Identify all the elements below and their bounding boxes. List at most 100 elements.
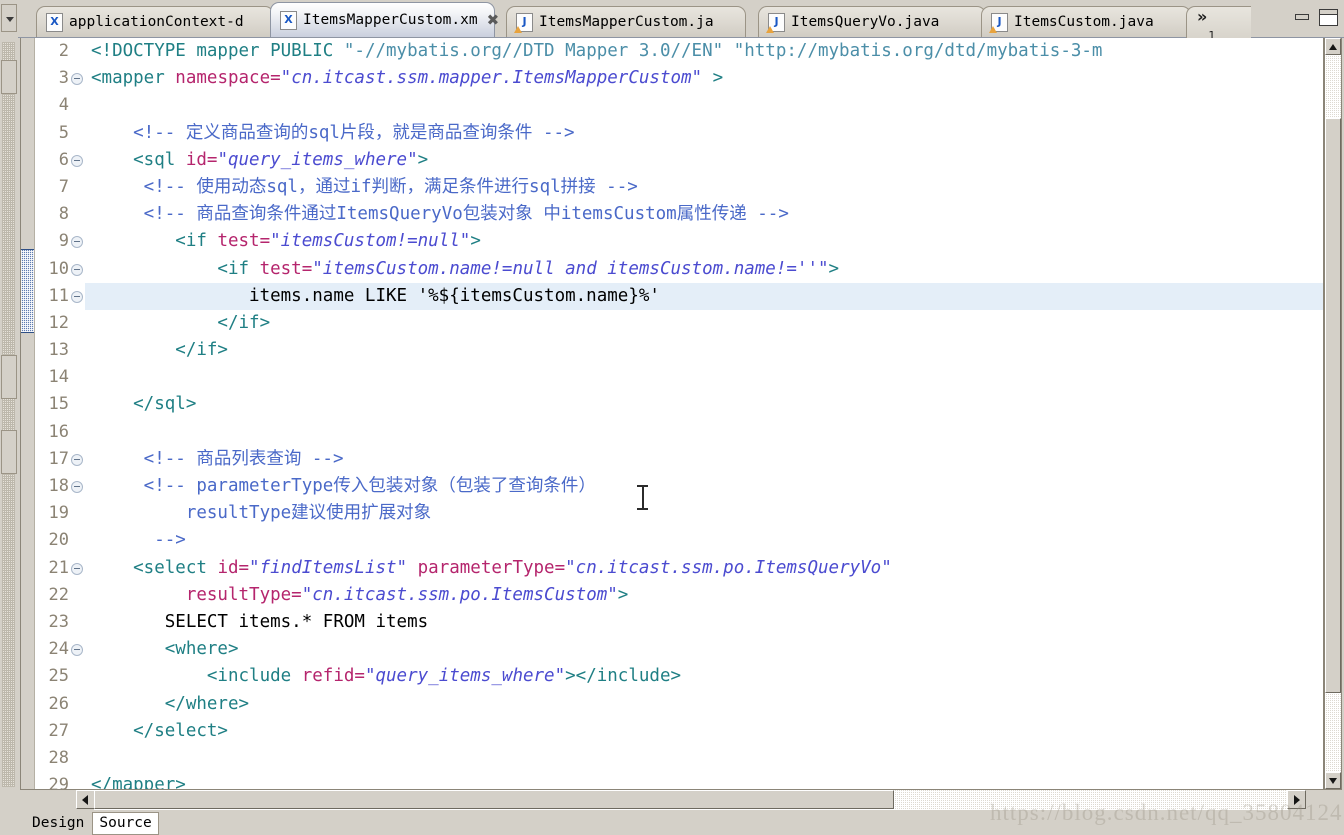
tab-source[interactable]: Source [92, 812, 159, 835]
code-token: > [828, 258, 840, 279]
code-token: <!DOCTYPE mapper PUBLIC [91, 41, 344, 61]
code-line[interactable]: <if test="itemsCustom.name!=null and ite… [85, 256, 1323, 283]
line-number: 20 [48, 530, 69, 551]
source-editor[interactable]: 2 3 4 5 6 7 8 9 10 11 12 13 14 15 16 17 18 19 20 21 22 23 24 25… [20, 38, 1324, 790]
fold-collapse-icon[interactable] [71, 644, 83, 657]
code-line[interactable]: <select id="findItemsList" parameterType… [85, 555, 1323, 582]
code-line[interactable]: <!-- parameterType传入包装对象（包装了查询条件） [85, 473, 1323, 500]
code-line[interactable]: </mapper> [85, 772, 1323, 789]
code-line[interactable]: resultType="cn.itcast.ssm.po.ItemsCustom… [85, 582, 1323, 609]
code-line[interactable]: items.name LIKE '%${itemsCustom.name}%' [85, 282, 1323, 310]
code-token: </if> [91, 340, 228, 361]
code-line[interactable] [85, 745, 1323, 772]
code-token: resultType建议使用扩展对象 [91, 503, 432, 524]
tab-applicationContext-d[interactable]: X applicationContext-d [36, 6, 274, 37]
code-line[interactable] [85, 92, 1323, 119]
rail-stub-fourth[interactable] [1, 430, 17, 474]
rail-stub-top[interactable] [1, 4, 17, 32]
code-line[interactable]: <if test="itemsCustom!=null"> [85, 228, 1323, 255]
tab-ItemsMapperCustom-xml[interactable]: X ItemsMapperCustom.xm ✖ [270, 2, 499, 37]
scroll-left-button[interactable] [76, 790, 95, 809]
code-line[interactable] [85, 419, 1323, 446]
code-line[interactable]: <mapper namespace="cn.itcast.ssm.mapper.… [85, 65, 1323, 92]
scroll-up-button[interactable] [1325, 38, 1341, 55]
vertical-scrollbar[interactable] [1324, 38, 1342, 790]
code-token: namespace= [175, 68, 281, 89]
chevron-down-icon [6, 17, 14, 22]
horizontal-scrollbar-thumb[interactable] [94, 790, 894, 809]
code-token: id= [217, 557, 250, 578]
line-number: 9 [35, 228, 85, 255]
code-token: "cn.itcast.ssm.mapper.ItemsMapperCustom" [280, 68, 703, 89]
code-token: </mapper> [91, 775, 186, 789]
fold-collapse-icon[interactable] [71, 263, 83, 276]
code-token: </where> [91, 693, 250, 714]
tab-overflow-button[interactable]: » 1 [1186, 6, 1251, 42]
line-number: 21 [35, 555, 85, 582]
maximize-icon[interactable] [1319, 9, 1338, 26]
tab-ItemsCustom-java[interactable]: J ItemsCustom.java [981, 6, 1191, 37]
code-line[interactable]: SELECT items.* FROM items [85, 609, 1323, 636]
tab-label: ItemsMapperCustom.xm [303, 11, 478, 28]
line-number: 13 [48, 340, 69, 361]
tab-label: applicationContext-d [69, 13, 244, 30]
code-token: <!-- 商品查询条件通过ItemsQueryVo包装对象 中itemsCust… [91, 204, 789, 225]
code-line[interactable]: </if> [85, 337, 1323, 364]
close-icon[interactable]: ✖ [487, 11, 500, 29]
code-line[interactable]: --> [85, 527, 1323, 554]
code-line[interactable]: </where> [85, 691, 1323, 718]
code-token: id= [185, 149, 218, 170]
code-line[interactable]: <!-- 商品查询条件通过ItemsQueryVo包装对象 中itemsCust… [85, 201, 1323, 228]
code-token: "findItemsList" [249, 557, 408, 578]
code-line[interactable]: </if> [85, 310, 1323, 337]
fold-collapse-icon[interactable] [71, 154, 83, 167]
code-line[interactable]: resultType建议使用扩展对象 [85, 500, 1323, 527]
fold-collapse-icon[interactable] [71, 562, 83, 575]
line-number: 6 [35, 147, 85, 174]
fold-collapse-icon[interactable] [71, 73, 83, 86]
fold-collapse-icon[interactable] [71, 453, 83, 466]
code-token: </if> [91, 312, 271, 333]
tab-ItemsMapperCustom-java[interactable]: J ItemsMapperCustom.ja [506, 6, 746, 37]
code-line[interactable]: <where> [85, 636, 1323, 663]
code-line[interactable]: <!-- 定义商品查询的sql片段，就是商品查询条件 --> [85, 120, 1323, 147]
vertical-scrollbar-thumb[interactable] [1325, 118, 1341, 693]
minimize-icon[interactable] [1293, 9, 1310, 24]
line-number-ruler[interactable]: 2 3 4 5 6 7 8 9 10 11 12 13 14 15 16 17 18 19 20 21 22 23 24 25… [35, 38, 85, 789]
line-number: 12 [48, 312, 69, 333]
tab-design[interactable]: Design [26, 813, 90, 834]
rail-stub-second[interactable] [1, 60, 17, 94]
code-token: <!-- 商品列表查询 --> [91, 448, 344, 469]
code-line[interactable]: <!DOCTYPE mapper PUBLIC "-//mybatis.org/… [85, 38, 1323, 65]
line-number: 23 [48, 611, 69, 632]
line-number: 16 [48, 421, 69, 442]
tab-ItemsQueryVo-java[interactable]: J ItemsQueryVo.java [758, 6, 986, 37]
code-token: <sql [91, 149, 186, 170]
rail-stub-third[interactable] [1, 355, 17, 399]
fold-collapse-icon[interactable] [71, 290, 83, 303]
fold-collapse-icon[interactable] [71, 481, 83, 493]
code-token: <include [91, 666, 302, 687]
code-line[interactable]: <!-- 使用动态sql，通过if判断，满足条件进行sql拼接 --> [85, 174, 1323, 201]
horizontal-scrollbar[interactable] [76, 790, 1306, 810]
line-number: 2 [58, 41, 69, 61]
code-token: "query_items_where" [217, 149, 418, 170]
line-number: 24 [35, 636, 85, 663]
code-line[interactable]: </sql> [85, 391, 1323, 418]
code-line[interactable]: </select> [85, 718, 1323, 745]
code-area[interactable]: <!DOCTYPE mapper PUBLIC "-//mybatis.org/… [85, 38, 1323, 789]
line-number: 27 [48, 720, 69, 741]
scroll-down-button[interactable] [1325, 772, 1341, 789]
java-file-icon: J [766, 12, 785, 33]
scroll-right-button[interactable] [1287, 790, 1306, 809]
code-line[interactable]: <sql id="query_items_where"> [85, 147, 1323, 174]
tab-label: ItemsQueryVo.java [791, 13, 940, 30]
code-line[interactable] [85, 364, 1323, 391]
code-token: "query_items_where" [364, 666, 566, 687]
java-file-icon: J [514, 12, 533, 33]
fold-collapse-icon[interactable] [71, 236, 83, 249]
code-line[interactable]: <!-- 商品列表查询 --> [85, 446, 1323, 473]
editor-mode-tabs: Design Source [18, 812, 1344, 835]
change-marker-ruler [21, 38, 35, 789]
code-line[interactable]: <include refid="query_items_where"></inc… [85, 663, 1323, 690]
